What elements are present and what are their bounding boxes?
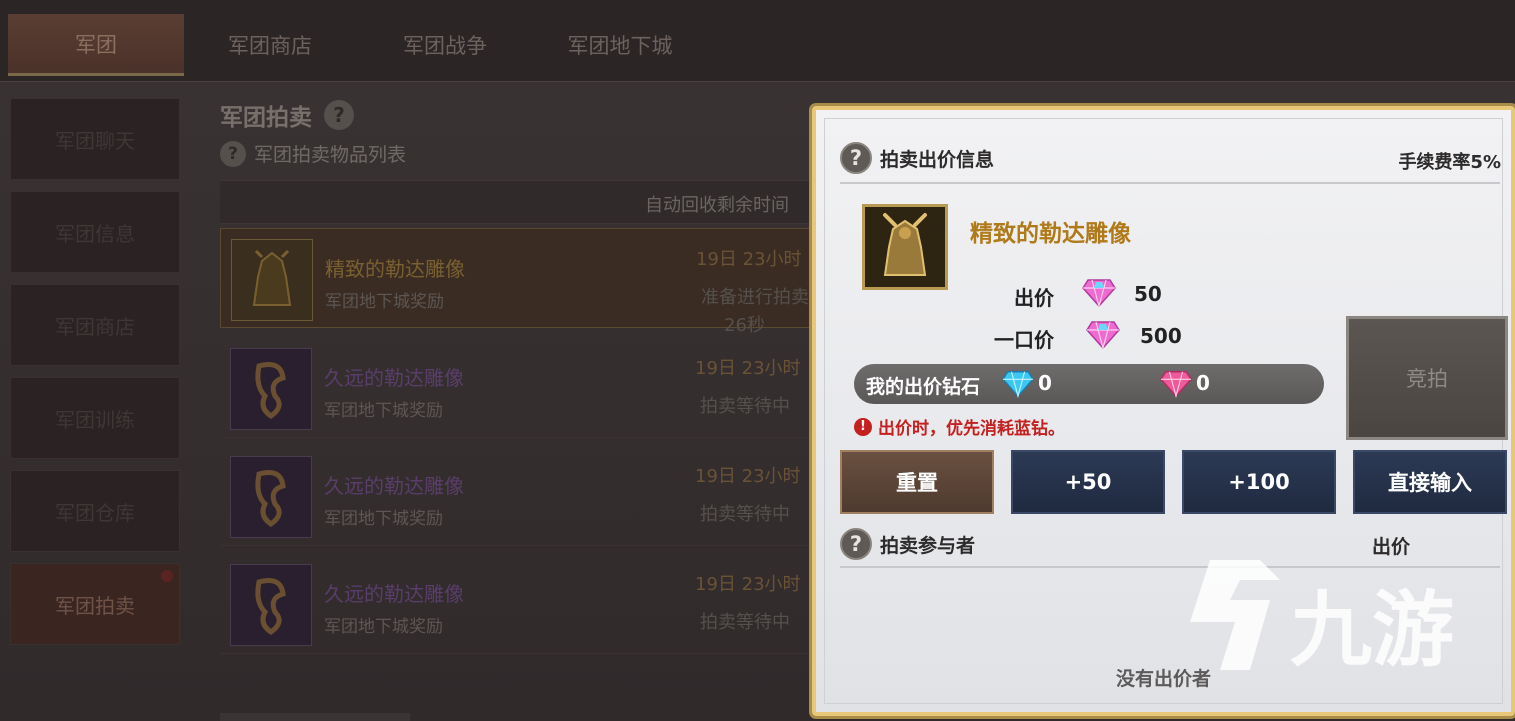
alert-icon: ! <box>854 417 872 436</box>
help-icon[interactable]: ? <box>220 140 246 167</box>
item-time: 19日 23小时 <box>696 249 802 270</box>
sidebar-item-info[interactable]: 军团信息 <box>10 191 180 273</box>
fee-rate: 手续费率5% <box>1398 152 1501 173</box>
tab-legion-shop[interactable]: 军团商店 <box>200 14 340 76</box>
item-time: 19日 23小时 <box>695 574 801 595</box>
warning-text: 出价时，优先消耗蓝钻。 <box>878 419 1065 439</box>
sidebar-item-chat[interactable]: 军团聊天 <box>10 98 180 180</box>
sidebar-item-auction[interactable]: 军团拍卖 <box>10 563 180 645</box>
statue-icon <box>230 564 312 646</box>
plus-50-button[interactable]: +50 <box>1011 450 1165 514</box>
item-status: 拍卖等待中 <box>700 504 790 525</box>
item-source: 军团地下城奖励 <box>325 292 444 312</box>
list-header: 自动回收剩余时间 <box>220 180 820 224</box>
notification-dot <box>161 570 173 582</box>
pink-diamond-icon <box>1160 368 1192 402</box>
item-status: 拍卖等待中 <box>700 396 790 417</box>
item-source: 军团地下城奖励 <box>324 617 443 637</box>
item-source: 军团地下城奖励 <box>324 509 443 529</box>
section-title: 军团拍卖 ? <box>220 98 354 132</box>
my-blue-diamond-count: 0 <box>1038 371 1052 395</box>
item-countdown: 26秒 <box>724 315 765 336</box>
warning-message: ! 出价时，优先消耗蓝钻。 <box>854 414 1065 439</box>
divider <box>840 182 1500 184</box>
auction-title: 军团拍卖 <box>220 105 312 131</box>
pink-diamond-icon <box>1082 276 1116 312</box>
bid-value: 50 <box>1134 282 1162 306</box>
tab-legion-dungeon[interactable]: 军团地下城 <box>550 14 690 76</box>
my-bid-label: 我的出价钻石 <box>866 376 981 398</box>
tab-legion[interactable]: 军团 <box>8 14 184 76</box>
bid-button[interactable]: 竞拍 <box>1346 316 1508 440</box>
item-status: 拍卖等待中 <box>700 612 790 633</box>
bid-label: 出价 <box>1014 286 1054 310</box>
sidebar-item-warehouse[interactable]: 军团仓库 <box>10 470 180 552</box>
table-row[interactable]: 久远的勒达雕像 军团地下城奖励 19日 23小时 拍卖等待中 <box>220 446 820 546</box>
blue-diamond-icon <box>1002 368 1034 402</box>
item-name: 久远的勒达雕像 <box>324 366 464 390</box>
help-icon[interactable]: ? <box>840 528 872 560</box>
item-time: 19日 23小时 <box>695 358 801 379</box>
statue-icon <box>862 204 948 290</box>
item-time: 19日 23小时 <box>695 466 801 487</box>
watermark-text: 九游 <box>1290 583 1454 678</box>
list-title: ? 军团拍卖物品列表 <box>220 140 406 167</box>
table-row[interactable]: 久远的勒达雕像 军团地下城奖励 19日 23小时 拍卖等待中 <box>220 338 820 438</box>
plus-100-button[interactable]: +100 <box>1182 450 1336 514</box>
reset-button[interactable]: 重置 <box>840 450 994 514</box>
help-icon[interactable]: ? <box>324 100 354 130</box>
item-name: 精致的勒达雕像 <box>970 221 1131 247</box>
table-row[interactable]: 久远的勒达雕像 军团地下城奖励 19日 23小时 拍卖等待中 <box>220 554 820 654</box>
direct-input-button[interactable]: 直接输入 <box>1353 450 1507 514</box>
participants-title: 拍卖参与者 <box>880 534 976 557</box>
bid-info-title: 拍卖出价信息 <box>880 148 995 171</box>
item-name: 久远的勒达雕像 <box>324 582 464 606</box>
bid-info-header: ? 拍卖出价信息 <box>840 142 994 174</box>
my-bid-bar: 我的出价钻石 0 0 <box>854 364 1324 404</box>
item-source: 军团地下城奖励 <box>324 401 443 421</box>
item-name: 久远的勒达雕像 <box>324 474 464 498</box>
list-title-text: 军团拍卖物品列表 <box>254 144 407 166</box>
statue-icon <box>230 456 312 538</box>
top-tab-bar: 军团 军团商店 军团战争 军团地下城 <box>0 0 1515 82</box>
bottom-bar <box>220 713 410 721</box>
sidebar-item-label: 军团拍卖 <box>55 593 135 618</box>
item-name: 精致的勒达雕像 <box>325 257 465 281</box>
buyout-label: 一口价 <box>994 328 1054 352</box>
item-status: 准备进行拍卖 <box>701 287 809 308</box>
buyout-value: 500 <box>1140 324 1182 348</box>
pink-diamond-icon <box>1086 318 1120 354</box>
header-time-label: 自动回收剩余时间 <box>645 195 789 216</box>
statue-icon <box>231 239 313 321</box>
sidebar-item-shop[interactable]: 军团商店 <box>10 284 180 366</box>
watermark: 九游 <box>1170 540 1480 690</box>
statue-icon <box>230 348 312 430</box>
tab-legion-war[interactable]: 军团战争 <box>375 14 515 76</box>
participants-header: ? 拍卖参与者 <box>840 528 975 560</box>
my-pink-diamond-count: 0 <box>1196 371 1210 395</box>
help-icon[interactable]: ? <box>840 142 872 174</box>
sidebar-item-training[interactable]: 军团训练 <box>10 377 180 459</box>
table-row[interactable]: 精致的勒达雕像 军团地下城奖励 19日 23小时 准备进行拍卖 26秒 <box>220 228 820 336</box>
